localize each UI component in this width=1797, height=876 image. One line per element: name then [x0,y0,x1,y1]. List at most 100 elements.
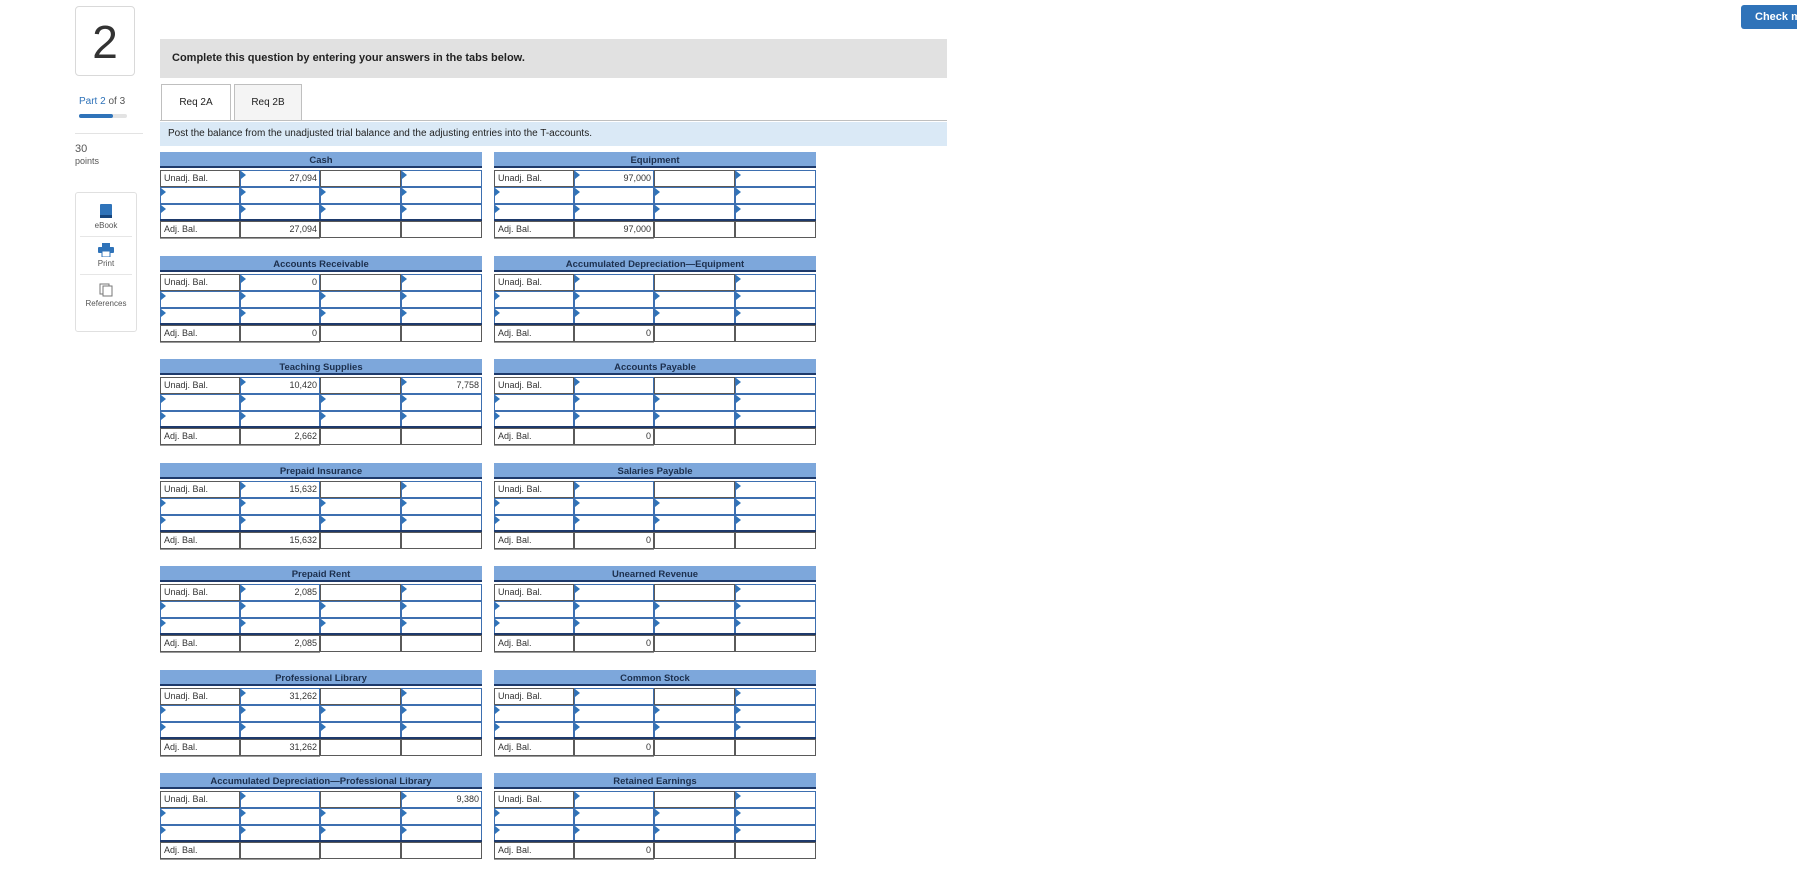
credit-amount-input[interactable] [735,394,816,411]
debit-amount-input[interactable] [240,187,320,204]
unadjusted-credit-input[interactable] [401,273,482,291]
debit-amount-input[interactable] [574,808,654,825]
entry-label-input[interactable] [654,808,735,825]
unadjusted-credit-input[interactable] [735,377,816,394]
adjusting-entry-row [494,497,816,515]
debit-amount-input[interactable] [240,704,320,722]
unadjusted-debit-input[interactable]: 10,420 [240,377,320,394]
unadjusted-debit-input[interactable]: 31,262 [240,687,320,705]
debit-amount-input[interactable] [240,497,320,515]
unadjusted-credit-input[interactable] [401,584,482,601]
entry-label-input[interactable] [160,394,240,411]
unadjusted-debit-input[interactable]: 0 [240,273,320,291]
unadjusted-credit-input[interactable] [401,170,482,187]
credit-amount-input[interactable] [401,290,482,308]
entry-label-input[interactable] [654,187,735,204]
check-my-work-button[interactable]: Check my [1741,5,1797,29]
entry-label-input[interactable] [320,290,401,308]
entry-label-input[interactable] [654,290,735,308]
ebook-button[interactable]: eBook [76,203,136,230]
credit-amount-input[interactable] [735,497,816,515]
entry-label-input[interactable] [494,394,574,411]
credit-amount-input[interactable] [735,704,816,722]
unadjusted-credit-input[interactable] [401,480,482,498]
entry-label-input[interactable] [654,601,735,618]
unadjusted-debit-input[interactable] [574,273,654,291]
t-account-title: Professional Library [160,669,482,686]
debit-amount-input[interactable] [574,704,654,722]
unadjusted-credit-input[interactable]: 9,380 [401,791,482,808]
unadjusted-debit-input[interactable] [574,791,654,808]
unadjusted-debit-input[interactable]: 27,094 [240,170,320,187]
unadjusted-credit-input[interactable] [735,687,816,705]
print-button[interactable]: Print [76,243,136,268]
credit-amount-input[interactable] [401,497,482,515]
entry-label-input[interactable] [494,497,574,515]
unadjusted-debit-input[interactable] [574,687,654,705]
unadjusted-credit-input[interactable] [735,480,816,498]
debit-amount-input[interactable] [240,290,320,308]
entry-label-input[interactable] [494,808,574,825]
unadjusted-credit-input[interactable] [735,584,816,601]
unadjusted-debit-input[interactable] [574,377,654,394]
entry-label-input[interactable] [494,290,574,308]
adjusted-balance-row: Adj. Bal. 0 [494,738,816,756]
entry-label-input[interactable] [320,187,401,204]
debit-amount-input[interactable] [574,394,654,411]
unadjusted-credit-input[interactable] [735,273,816,291]
entry-label-input[interactable] [494,187,574,204]
credit-amount-input[interactable] [735,290,816,308]
credit-amount-input[interactable] [735,187,816,204]
unadjusted-debit-input[interactable] [240,791,320,808]
entry-label-input[interactable] [160,290,240,308]
unadjusted-debit-input[interactable]: 97,000 [574,170,654,187]
credit-amount-input[interactable] [401,704,482,722]
tab-req-2b[interactable]: Req 2B [234,84,302,120]
adjusted-credit-value [401,635,482,652]
unadjusted-debit-input[interactable]: 15,632 [240,480,320,498]
entry-label-input[interactable] [320,601,401,618]
entry-label-input[interactable] [654,497,735,515]
unadjusted-debit-input[interactable] [574,584,654,601]
credit-amount-input[interactable] [401,808,482,825]
t-account-title: Salaries Payable [494,462,816,479]
entry-label-input[interactable] [654,394,735,411]
debit-amount-input[interactable] [574,497,654,515]
credit-amount-input[interactable] [401,187,482,204]
debit-amount-input[interactable] [240,394,320,411]
debit-amount-input[interactable] [240,601,320,618]
tab-req-2a[interactable]: Req 2A [161,84,231,121]
entry-label-input[interactable] [160,601,240,618]
debit-amount-input[interactable] [574,290,654,308]
credit-amount-input[interactable] [735,601,816,618]
debit-amount-input[interactable] [240,808,320,825]
unadjusted-credit-input[interactable]: 7,758 [401,377,482,394]
t-account-title: Prepaid Rent [160,566,482,582]
entry-label-input[interactable] [320,497,401,515]
entry-label-input[interactable] [160,497,240,515]
print-label: Print [97,259,115,268]
entry-label-input[interactable] [494,704,574,722]
unadjusted-debit-input[interactable]: 2,085 [240,584,320,601]
entry-label-input[interactable] [160,187,240,204]
unadjusted-debit-input[interactable] [574,480,654,498]
debit-amount-input[interactable] [574,601,654,618]
debit-amount-input[interactable] [574,187,654,204]
part-progress-bar [79,114,127,118]
entry-label-input[interactable] [320,808,401,825]
entry-label-input[interactable] [320,394,401,411]
unadjusted-credit-input[interactable] [401,687,482,705]
unadjusted-credit-input[interactable] [735,170,816,187]
part-current-link[interactable]: Part 2 [79,96,106,107]
references-button[interactable]: References [76,283,136,308]
unadjusted-credit-input[interactable] [735,791,816,808]
entry-label-input[interactable] [160,704,240,722]
credit-amount-input[interactable] [735,808,816,825]
entry-label-input[interactable] [654,704,735,722]
entry-label-input[interactable] [160,808,240,825]
entry-label-input[interactable] [494,601,574,618]
credit-amount-input[interactable] [401,394,482,411]
credit-amount-input[interactable] [401,601,482,618]
entry-label-input[interactable] [320,704,401,722]
spacer-row [494,238,816,255]
